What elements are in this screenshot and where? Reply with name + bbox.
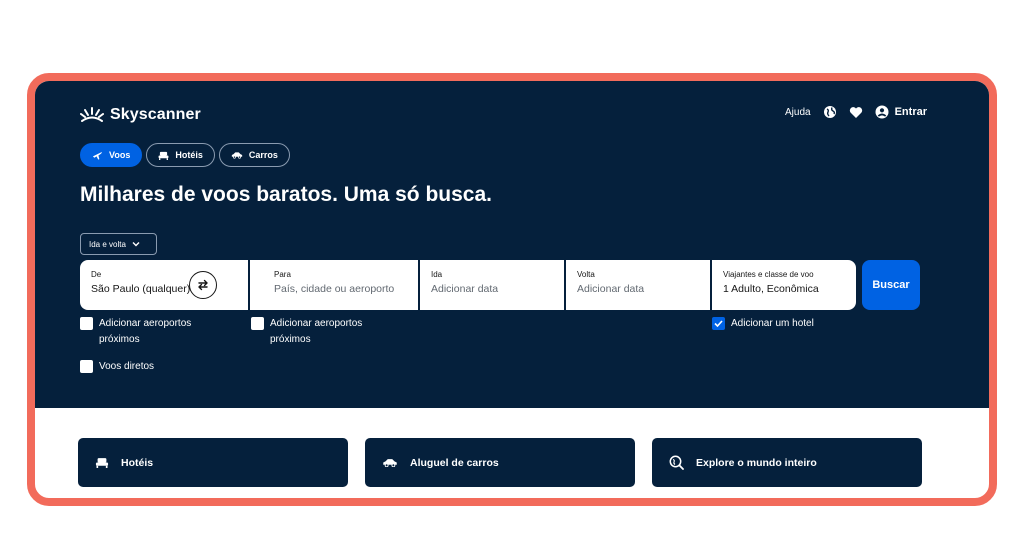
checkbox-box[interactable]: [712, 317, 725, 330]
nearby-airports-from-checkbox[interactable]: Adicionar aeroportos próximos: [80, 316, 220, 348]
quick-links: Hotéis Aluguel de carros Explore o mundo…: [78, 438, 922, 487]
plane-icon: [92, 151, 103, 160]
return-label: Volta: [577, 270, 595, 279]
direct-flights-checkbox[interactable]: Voos diretos: [80, 359, 154, 375]
sunrise-logo-icon: [80, 107, 104, 122]
from-field[interactable]: De São Paulo (qualquer): [80, 260, 248, 310]
globe-search-icon: [669, 455, 684, 470]
checkbox-label: Adicionar aeroportos próximos: [270, 318, 363, 345]
depart-placeholder: Adicionar data: [431, 283, 499, 295]
user-icon: [875, 105, 889, 119]
page-title: Milhares de voos baratos. Uma só busca.: [80, 183, 492, 206]
to-field[interactable]: Para País, cidade ou aeroporto: [250, 260, 418, 310]
tab-cars[interactable]: Carros: [218, 143, 290, 167]
highlight-frame: Skyscanner Ajuda Entrar Voos Hotéis Carr…: [27, 73, 997, 506]
checkmark-icon: [714, 320, 723, 327]
to-placeholder: País, cidade ou aeroporto: [274, 283, 395, 295]
car-icon: [231, 152, 243, 159]
help-link[interactable]: Ajuda: [785, 107, 811, 118]
skyscanner-logo[interactable]: Skyscanner: [80, 106, 201, 124]
top-navigation: Ajuda Entrar: [785, 105, 927, 119]
explore-card-label: Explore o mundo inteiro: [696, 456, 817, 469]
tab-flights[interactable]: Voos: [80, 143, 143, 167]
travelers-label: Viajantes e classe de voo: [723, 270, 814, 279]
bed-icon: [95, 458, 109, 468]
travelers-field[interactable]: Viajantes e classe de voo 1 Adulto, Econ…: [712, 260, 856, 310]
login-button[interactable]: Entrar: [875, 105, 927, 119]
hotels-card[interactable]: Hotéis: [78, 438, 348, 487]
brand-name: Skyscanner: [110, 106, 201, 123]
checkbox-box[interactable]: [80, 360, 93, 373]
chevron-down-icon: [132, 242, 140, 247]
product-tabs: Voos Hotéis Carros: [80, 143, 290, 167]
checkbox-box[interactable]: [251, 317, 264, 330]
depart-label: Ida: [431, 270, 443, 279]
search-button[interactable]: Buscar: [862, 260, 920, 310]
add-hotel-checkbox[interactable]: Adicionar um hotel: [712, 316, 814, 332]
login-label: Entrar: [894, 106, 927, 118]
globe-icon[interactable]: [823, 105, 837, 119]
depart-date-field[interactable]: Ida Adicionar data: [420, 260, 564, 310]
return-date-field[interactable]: Volta Adicionar data: [566, 260, 710, 310]
swap-locations-button[interactable]: [189, 271, 217, 299]
checkbox-label: Adicionar um hotel: [731, 318, 814, 329]
tab-cars-label: Carros: [248, 150, 278, 160]
checkbox-label: Adicionar aeroportos próximos: [99, 318, 192, 345]
nearby-airports-to-checkbox[interactable]: Adicionar aeroportos próximos: [251, 316, 391, 348]
tab-hotels[interactable]: Hotéis: [146, 143, 215, 167]
heart-icon[interactable]: [849, 106, 863, 119]
trip-type-select[interactable]: Ida e volta: [80, 233, 157, 255]
car-rental-card-label: Aluguel de carros: [410, 456, 499, 469]
return-placeholder: Adicionar data: [577, 283, 645, 295]
tab-flights-label: Voos: [109, 150, 131, 160]
tab-hotels-label: Hotéis: [175, 150, 203, 160]
bed-icon: [158, 151, 169, 160]
car-icon: [383, 459, 397, 467]
checkbox-box[interactable]: [80, 317, 93, 330]
explore-card[interactable]: Explore o mundo inteiro: [652, 438, 922, 487]
to-label: Para: [274, 270, 291, 279]
hotels-card-label: Hotéis: [121, 456, 154, 469]
hero-section: Skyscanner Ajuda Entrar Voos Hotéis Carr…: [35, 81, 989, 408]
travelers-value: 1 Adulto, Econômica: [723, 283, 819, 295]
car-rental-card[interactable]: Aluguel de carros: [365, 438, 635, 487]
trip-type-value: Ida e volta: [89, 239, 126, 249]
swap-arrows-icon: [198, 279, 208, 291]
checkbox-label: Voos diretos: [99, 361, 155, 372]
